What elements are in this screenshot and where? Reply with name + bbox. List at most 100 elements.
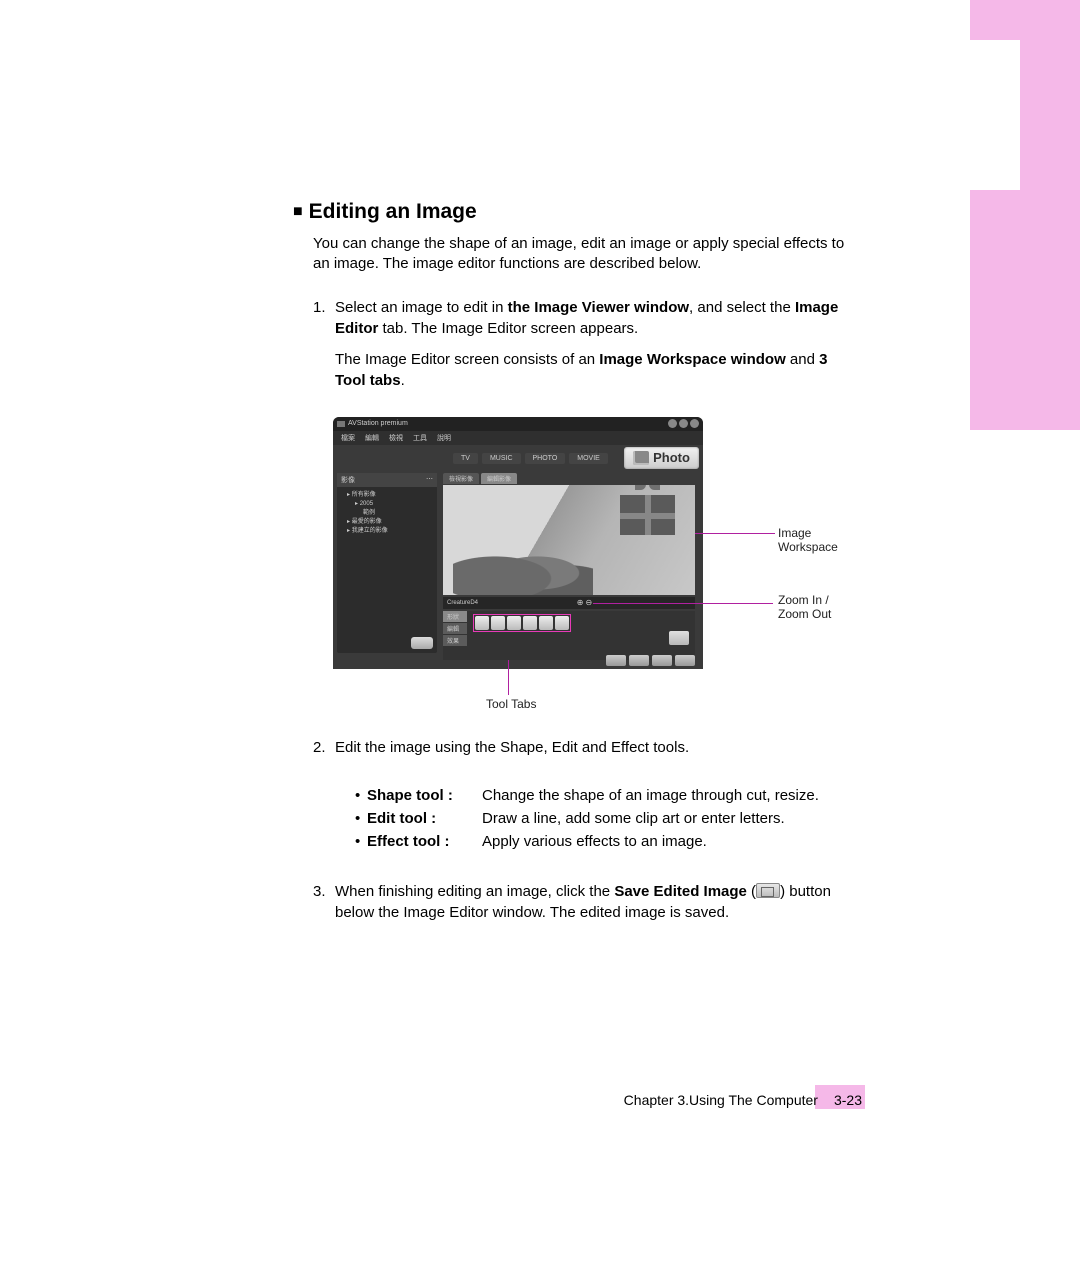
tool-button[interactable] [555,616,569,630]
tool-tab-effect[interactable]: 效果 [443,635,467,646]
tool-row-shape: • Shape tool : Change the shape of an im… [355,784,853,807]
step3-text: When finishing editing an image, click t… [335,881,853,923]
tree-item[interactable]: ▸ 所有影像 [341,491,433,500]
heading-text: Editing an Image [309,200,477,223]
zoom-in-icon[interactable]: ⊕ [577,598,584,607]
intro-paragraph: You can change the shape of an image, ed… [313,234,853,275]
app-title: AVStation premium [348,420,408,427]
tool-button[interactable] [539,616,553,630]
tool-button[interactable] [475,616,489,630]
save-edited-image-button[interactable] [669,631,689,645]
heading-bullet-icon: ■ [293,203,303,220]
tool-desc: Apply various effects to an image. [482,830,853,853]
main-content: ■ Editing an Image You can change the sha… [293,200,853,949]
step-number: 2. [313,737,335,768]
page: ■ Editing an Image You can change the sha… [0,0,1080,1288]
step-body: When finishing editing an image, click t… [335,881,853,933]
minimize-icon[interactable] [668,419,677,428]
bottom-button[interactable] [675,655,695,666]
bullet-icon: • [355,784,367,807]
tool-buttons [473,614,571,632]
mode-tabs: TV MUSIC PHOTO MOVIE [453,453,608,464]
tool-tabs: 形狀 編輯 效果 [443,611,467,647]
step-number: 3. [313,881,335,933]
callout-zoom: Zoom In / Zoom Out [778,593,853,622]
tool-name: Edit tool : [367,807,482,830]
close-icon[interactable] [690,419,699,428]
tool-desc: Draw a line, add some clip art or enter … [482,807,853,830]
chapter-label: Chapter 3.Using The Computer [624,1092,818,1108]
subtab-edit[interactable]: 編輯影像 [481,473,517,484]
mode-tab-photo[interactable]: PHOTO [525,453,566,464]
mode-tab-music[interactable]: MUSIC [482,453,521,464]
bullet-icon: • [355,830,367,853]
tree-item[interactable]: ▸ 2005 [341,500,433,509]
step-2: 2. Edit the image using the Shape, Edit … [313,737,853,768]
tool-name: Effect tool : [367,830,482,853]
bottom-button[interactable] [652,655,672,666]
step-body: Edit the image using the Shape, Edit and… [335,737,853,768]
bullet-icon: • [355,807,367,830]
callout-tooltabs: Tool Tabs [486,697,536,711]
menu-item[interactable]: 檔案 [341,433,355,443]
menu-item[interactable]: 檢視 [389,433,403,443]
step1-line1: Select an image to edit in the Image Vie… [335,297,853,339]
tree-item[interactable]: ▸ 我建立的影像 [341,527,433,536]
tool-row-effect: • Effect tool : Apply various effects to… [355,830,853,853]
tool-list: • Shape tool : Change the shape of an im… [355,784,853,854]
step1-line2: The Image Editor screen consists of an I… [335,349,853,391]
photo-banner: Photo [624,447,699,469]
bottom-button[interactable] [629,655,649,666]
screenshot-figure: AVStation premium 檔案 編輯 檢視 工具 說明 Photo T… [333,417,853,717]
gift-bow-graphic [635,485,660,491]
page-footer: Chapter 3.Using The Computer 3-23 [624,1092,862,1108]
zoom-out-icon[interactable]: ⊖ [586,598,593,607]
step-body: Select an image to edit in the Image Vie… [335,297,853,401]
sidebar-button[interactable] [411,637,433,649]
save-edited-image-icon [756,883,780,898]
callout-line [508,660,509,695]
gift-box-graphic [620,495,675,535]
tool-area: 形狀 編輯 效果 [443,611,695,660]
tool-button[interactable] [523,616,537,630]
image-workspace[interactable] [443,485,695,595]
subtab-view[interactable]: 檢視影像 [443,473,479,484]
maximize-icon[interactable] [679,419,688,428]
sidebar-tree: ▸ 所有影像 ▸ 2005 範例 ▸ 最愛的影像 ▸ 我建立的影像 [337,487,437,540]
mode-tab-movie[interactable]: MOVIE [569,453,608,464]
sidebar-header: 影像⋯ [337,473,437,487]
step-number: 1. [313,297,335,401]
bottom-button[interactable] [606,655,626,666]
mode-tab-tv[interactable]: TV [453,453,478,464]
step-1: 1. Select an image to edit in the Image … [313,297,853,401]
zoom-controls: ⊕ ⊖ [577,598,592,607]
page-number: 3-23 [834,1092,862,1108]
workspace-photo [443,485,695,595]
section-heading: ■ Editing an Image [293,200,853,224]
foliage-graphic [453,540,593,595]
photo-banner-icon [633,451,649,465]
tool-button[interactable] [491,616,505,630]
tool-name: Shape tool : [367,784,482,807]
tree-item[interactable]: ▸ 最愛的影像 [341,518,433,527]
editor-subtabs: 檢視影像 編輯影像 [443,473,517,484]
sidebar: 影像⋯ ▸ 所有影像 ▸ 2005 範例 ▸ 最愛的影像 ▸ 我建立的影像 [337,473,437,653]
tree-item[interactable]: 範例 [341,509,433,518]
bottom-buttons [443,655,695,666]
window-controls[interactable] [668,419,699,428]
callout-line [593,603,773,604]
sidebar-menu-icon[interactable]: ⋯ [426,475,433,485]
tool-desc: Change the shape of an image through cut… [482,784,853,807]
chapter-tab-notch [970,40,1020,190]
photo-banner-label: Photo [653,450,690,465]
menu-item[interactable]: 說明 [437,433,451,443]
tool-tab-shape[interactable]: 形狀 [443,611,467,622]
menu-item[interactable]: 工具 [413,433,427,443]
step-3: 3. When finishing editing an image, clic… [313,881,853,933]
tool-row-edit: • Edit tool : Draw a line, add some clip… [355,807,853,830]
tool-button[interactable] [507,616,521,630]
menu-item[interactable]: 編輯 [365,433,379,443]
menubar: 檔案 編輯 檢視 工具 說明 [333,431,703,445]
callout-line [695,533,775,534]
tool-tab-edit[interactable]: 編輯 [443,623,467,634]
